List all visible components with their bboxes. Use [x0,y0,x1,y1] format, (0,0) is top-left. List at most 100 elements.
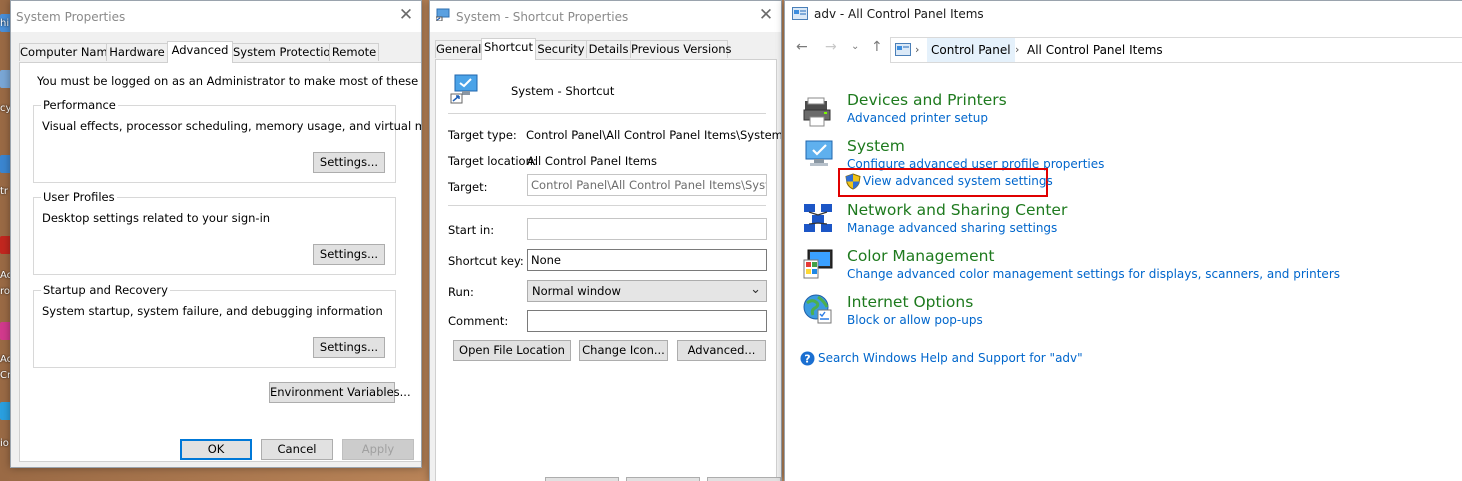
target-type-label: Target type: [448,128,517,142]
change-color-management-link[interactable]: Change advanced color management setting… [847,267,1340,281]
apply-button[interactable] [707,477,781,481]
forward-icon[interactable]: → [825,39,837,55]
recent-locations-icon[interactable]: ⌄ [851,41,859,52]
close-icon[interactable]: ✕ [395,4,417,26]
run-dropdown-value: Normal window [532,284,621,298]
breadcrumb-separator-icon: › [915,43,920,56]
tab-strip: General Shortcut Security Details Previo… [435,38,775,60]
open-file-location-button[interactable]: Open File Location [453,340,571,361]
svg-text:?: ? [804,353,810,366]
tab-advanced[interactable]: Advanced [167,41,233,63]
startup-recovery-settings-button[interactable]: Settings... [313,337,385,358]
window-title: System Properties [16,10,126,24]
run-label: Run: [448,285,474,299]
uac-shield-icon [845,173,861,190]
shortcut-name: System - Shortcut [511,84,615,98]
internet-options-heading[interactable]: Internet Options [847,293,973,311]
divider [448,113,766,114]
tab-general[interactable]: General [435,40,482,58]
divider [448,205,766,206]
ok-button[interactable]: OK [180,439,252,460]
devices-and-printers-heading[interactable]: Devices and Printers [847,91,1007,109]
system-heading[interactable]: System [847,137,905,155]
control-panel-window: adv - All Control Panel Items ← → ⌄ ↑ › … [784,0,1462,481]
breadcrumb-separator-icon: › [1015,43,1020,56]
group-label: Startup and Recovery [41,283,170,297]
control-panel-icon [792,7,808,20]
tab-security[interactable]: Security [535,40,587,58]
group-description: Desktop settings related to your sign-in [42,211,271,225]
up-icon[interactable]: ↑ [871,39,883,55]
block-allow-popups-link[interactable]: Block or allow pop-ups [847,313,983,327]
cancel-button[interactable] [626,477,700,481]
dialog-body: General Shortcut Security Details Previo… [430,32,781,481]
change-icon-button[interactable]: Change Icon... [579,340,668,361]
shortcut-window-icon [435,8,450,22]
help-icon: ? [800,351,815,366]
window-title: System - Shortcut Properties [456,10,629,24]
color-management-icon [802,248,834,280]
navigation-bar: ← → ⌄ ↑ › Control Panel › All Control Pa… [785,37,1462,63]
target-field[interactable]: Control Panel\All Control Panel Items\Sy… [527,174,767,196]
dialog-body: Computer Name Hardware Advanced System P… [11,32,421,467]
run-dropdown[interactable]: Normal window ⌄ [527,280,767,302]
start-in-field[interactable] [527,218,767,240]
address-bar[interactable]: › Control Panel › All Control Panel Item… [890,37,1462,63]
ok-button[interactable] [545,477,619,481]
tab-shortcut[interactable]: Shortcut [481,38,536,60]
title-bar: adv - All Control Panel Items [785,1,1462,27]
performance-group: Performance Visual effects, processor sc… [33,98,421,183]
target-label: Target: [448,180,488,194]
shortcut-properties-window: System - Shortcut Properties ✕ General S… [429,0,782,481]
tab-details[interactable]: Details [586,40,631,58]
shortcut-key-label: Shortcut key: [448,254,524,268]
start-in-label: Start in: [448,223,495,237]
tab-system-protection[interactable]: System Protection [232,43,338,61]
breadcrumb-all-items[interactable]: All Control Panel Items [1027,38,1163,62]
comment-field[interactable] [527,310,767,332]
apply-button[interactable]: Apply [342,439,414,460]
view-advanced-system-settings-link[interactable]: View advanced system settings [863,174,1053,188]
group-label: User Profiles [41,190,117,204]
environment-variables-button[interactable]: Environment Variables... [269,382,411,403]
system-icon [802,138,834,170]
advanced-tab-panel: You must be logged on as an Administrato… [19,62,421,462]
user-profiles-settings-button[interactable]: Settings... [313,244,385,265]
tab-remote[interactable]: Remote [329,43,379,61]
target-location-value: All Control Panel Items [527,154,657,168]
user-profiles-group: User Profiles Desktop settings related t… [33,190,396,275]
printer-icon [802,97,834,129]
advanced-printer-setup-link[interactable]: Advanced printer setup [847,111,988,125]
group-label: Performance [41,98,118,112]
color-management-heading[interactable]: Color Management [847,247,995,265]
comment-label: Comment: [448,314,509,328]
shortcut-file-icon [448,72,480,104]
manage-advanced-sharing-link[interactable]: Manage advanced sharing settings [847,221,1057,235]
chevron-down-icon: ⌄ [750,282,761,297]
back-icon[interactable]: ← [796,39,808,55]
system-properties-window: System Properties ✕ Computer Name Hardwa… [10,0,422,468]
title-bar: System Properties ✕ [11,1,421,32]
advanced-button[interactable]: Advanced... [677,340,766,361]
network-and-sharing-center-heading[interactable]: Network and Sharing Center [847,201,1067,219]
target-location-label: Target location: [448,154,537,168]
target-type-value: Control Panel\All Control Panel Items\Sy… [526,128,782,142]
tab-strip: Computer Name Hardware Advanced System P… [19,41,419,63]
startup-recovery-group: Startup and Recovery System startup, sys… [33,283,396,368]
breadcrumb-control-panel[interactable]: Control Panel [927,38,1015,62]
performance-settings-button[interactable]: Settings... [313,152,385,173]
network-icon [802,202,834,234]
group-description: System startup, system failure, and debu… [42,304,383,318]
tab-hardware[interactable]: Hardware [106,43,168,61]
group-description: Visual effects, processor scheduling, me… [42,119,422,133]
search-help-link[interactable]: Search Windows Help and Support for "adv… [818,351,1083,365]
shortcut-key-field[interactable]: None [527,249,767,271]
internet-options-icon [802,293,834,325]
shortcut-tab-panel: System - Shortcut Target type: Control P… [435,59,781,481]
admin-note: You must be logged on as an Administrato… [37,74,421,88]
tab-computer-name[interactable]: Computer Name [19,43,115,61]
close-icon[interactable]: ✕ [755,4,777,26]
tab-previous-versions[interactable]: Previous Versions [630,40,732,58]
cancel-button[interactable]: Cancel [261,439,333,460]
window-title: adv - All Control Panel Items [814,7,984,21]
